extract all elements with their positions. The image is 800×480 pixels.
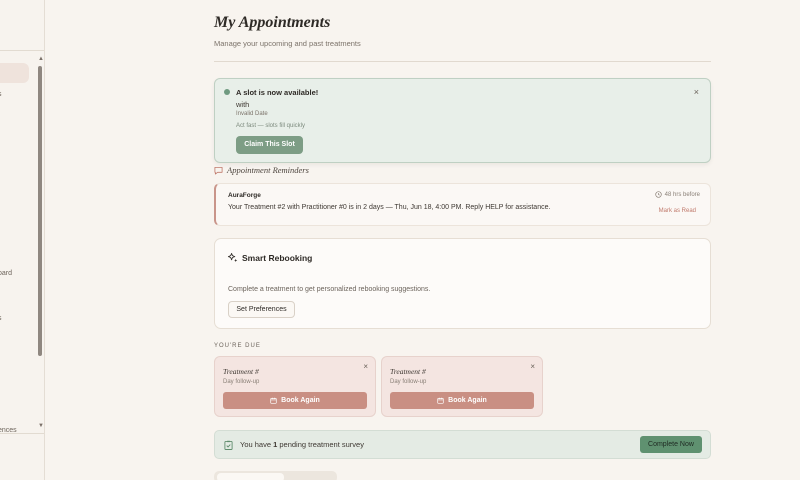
due-treatment-subtitle: Day follow-up <box>223 379 260 385</box>
reminder-message: Your Treatment #2 with Practitioner #0 i… <box>228 204 551 211</box>
alert-title: A slot is now available! <box>236 88 319 97</box>
due-treatment-name: Treatment # <box>223 367 259 376</box>
header-divider <box>214 61 711 62</box>
mark-as-read-link[interactable]: Mark as Read <box>659 208 696 214</box>
due-treatment-subtitle: Day follow-up <box>390 379 427 385</box>
sidebar-item-active[interactable] <box>0 63 29 83</box>
book-again-button[interactable]: Book Again <box>223 392 367 409</box>
claim-slot-button[interactable]: Claim This Slot <box>236 136 303 154</box>
alert-hint: Act fast — slots fill quickly <box>236 123 306 129</box>
reminder-time: 48 hrs before <box>654 191 700 198</box>
sparkles-icon <box>227 252 238 262</box>
alert-date: Invalid Date <box>236 111 268 117</box>
reminders-heading: Appointment Reminders <box>214 165 309 175</box>
tab-active[interactable] <box>217 473 284 480</box>
complete-now-button[interactable]: Complete Now <box>640 436 702 453</box>
due-card: Treatment # Day follow-up × Book Again <box>214 356 376 417</box>
scrollbar-thumb[interactable] <box>38 66 42 356</box>
sidebar-divider-bottom <box>0 433 44 434</box>
reminders-heading-label: Appointment Reminders <box>227 165 309 175</box>
alert-practitioner: with <box>236 100 250 109</box>
sidebar-item-label[interactable]: s <box>0 91 2 98</box>
book-again-label: Book Again <box>448 397 487 404</box>
survey-banner: You have 1 pending treatment survey Comp… <box>214 430 711 459</box>
close-icon[interactable]: × <box>363 362 368 371</box>
reminder-card: AuraForge 48 hrs before Your Treatment #… <box>214 183 711 226</box>
set-preferences-button[interactable]: Set Preferences <box>228 301 295 318</box>
close-icon[interactable]: × <box>694 87 699 97</box>
scroll-up-icon[interactable]: ▲ <box>38 56 44 62</box>
status-dot-icon <box>224 89 230 95</box>
reminder-time-label: 48 hrs before <box>664 191 700 198</box>
due-treatment-name: Treatment # <box>390 367 426 376</box>
survey-text-prefix: You have <box>240 440 274 449</box>
page-title: My Appointments <box>214 14 331 31</box>
book-again-label: Book Again <box>281 397 320 404</box>
sidebar-item-label[interactable]: s <box>0 315 2 322</box>
due-section-label: YOU'RE DUE <box>214 343 261 349</box>
clock-icon <box>654 191 662 198</box>
survey-text-suffix: pending treatment survey <box>277 440 364 449</box>
scroll-down-icon[interactable]: ▼ <box>38 423 44 429</box>
sidebar: s oard s ences ▲ ▼ <box>0 0 45 480</box>
sidebar-item-label[interactable]: oard <box>0 270 12 277</box>
smart-rebooking-header: Smart Rebooking <box>227 252 312 263</box>
reminder-sender: AuraForge <box>228 192 261 199</box>
due-card: Treatment # Day follow-up × Book Again <box>381 356 543 417</box>
calendar-icon <box>437 397 444 404</box>
message-icon <box>214 166 223 175</box>
close-icon[interactable]: × <box>530 362 535 371</box>
smart-rebooking-description: Complete a treatment to get personalized… <box>228 286 431 293</box>
slot-available-alert: A slot is now available! × with Invalid … <box>214 78 711 163</box>
survey-message: You have 1 pending treatment survey <box>240 440 364 449</box>
smart-rebooking-title: Smart Rebooking <box>242 252 313 263</box>
clipboard-check-icon <box>224 440 233 450</box>
page-subtitle: Manage your upcoming and past treatments <box>214 39 361 48</box>
calendar-icon <box>270 397 277 404</box>
smart-rebooking-card: Smart Rebooking Complete a treatment to … <box>214 238 711 329</box>
book-again-button[interactable]: Book Again <box>390 392 534 409</box>
sidebar-scrollbar[interactable]: ▲ ▼ <box>37 56 44 432</box>
tab-switcher[interactable] <box>214 471 337 480</box>
sidebar-divider-top <box>0 50 44 51</box>
